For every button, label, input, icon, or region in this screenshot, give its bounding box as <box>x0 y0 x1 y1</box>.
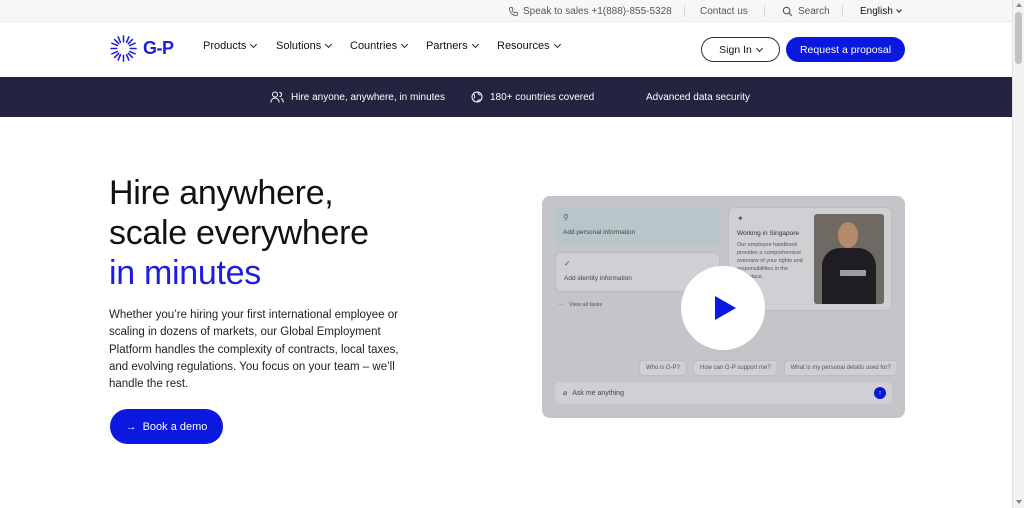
hero-title: Hire anywhere, scale everywhere in minut… <box>109 173 369 293</box>
request-proposal-button[interactable]: Request a proposal <box>786 37 905 62</box>
send-icon: ↑ <box>874 387 886 399</box>
band-label: Advanced data security <box>646 91 750 103</box>
suggestion-chip: How can G‑P support me? <box>693 360 778 376</box>
main-nav: G‑P Products Solutions Countries Partner… <box>0 22 1012 77</box>
task-label: Add identity information <box>564 275 632 282</box>
nav-solutions[interactable]: Solutions <box>276 40 333 52</box>
people-icon <box>270 91 284 103</box>
band-item-security: Advanced data security <box>646 77 750 117</box>
nav-label: Partners <box>426 40 468 52</box>
hero-title-line: scale everywhere <box>109 214 369 252</box>
chevron-down-icon <box>401 40 409 49</box>
nav-label: Countries <box>350 40 398 52</box>
chevron-down-icon <box>325 40 333 49</box>
sign-in-button[interactable]: Sign In <box>701 37 780 62</box>
request-proposal-label: Request a proposal <box>799 43 892 56</box>
book-demo-button[interactable]: → Book a demo <box>110 409 223 444</box>
divider <box>764 5 765 17</box>
scroll-down-icon[interactable] <box>1016 500 1022 504</box>
utility-bar: Speak to sales +1(888)-855-5328 Contact … <box>0 0 1012 22</box>
page-scrollbar[interactable] <box>1012 0 1024 508</box>
task-label: Add personal information <box>563 229 636 236</box>
nav-label: Products <box>203 40 247 52</box>
view-all-tasks-label: View all tasks <box>569 302 603 308</box>
gp-logo-icon <box>110 35 137 62</box>
photo-body <box>822 248 876 304</box>
photo-tablet <box>840 270 866 276</box>
suggestion-chips: Who is G‑P? How can G‑P support me? What… <box>639 360 898 376</box>
globe-icon <box>471 91 483 103</box>
hero-title-accent: in minutes <box>109 254 261 292</box>
divider <box>842 5 843 17</box>
search-button[interactable]: Search <box>782 0 830 22</box>
suggestion-chip: What is my personal details used for? <box>783 360 898 376</box>
feature-band: Hire anyone, anywhere, in minutes 180+ c… <box>0 77 1012 117</box>
sign-in-label: Sign In <box>719 43 752 56</box>
search-text: Search <box>798 5 830 17</box>
play-button[interactable] <box>681 266 765 350</box>
nav-label: Solutions <box>276 40 322 52</box>
chevron-down-icon <box>755 44 763 52</box>
band-label: Hire anyone, anywhere, in minutes <box>291 91 445 103</box>
logo[interactable]: G‑P <box>109 34 174 63</box>
chevron-down-icon <box>895 6 902 13</box>
paperclip-icon: ⌀ <box>563 390 568 397</box>
book-demo-label: Book a demo <box>142 420 208 433</box>
nav-label: Resources <box>497 40 550 52</box>
view-all-tasks: ··· View all tasks <box>558 302 602 308</box>
task-card-personal: ⚲ Add personal information <box>555 207 720 246</box>
user-icon: ⚲ <box>563 213 569 222</box>
chevron-down-icon <box>471 40 479 49</box>
product-video[interactable]: ⚲ Add personal information ✓ Add identit… <box>542 196 905 418</box>
language-selector[interactable]: English <box>860 0 902 22</box>
chevron-down-icon <box>250 40 258 49</box>
play-icon <box>715 296 736 320</box>
arrow-right-icon: → <box>125 420 137 433</box>
contact-us-text: Contact us <box>700 5 748 17</box>
hero-title-line: Hire anywhere, <box>109 174 334 212</box>
suggestion-chip: Who is G‑P? <box>639 360 688 376</box>
ask-placeholder: Ask me anything <box>572 389 624 397</box>
nav-partners[interactable]: Partners <box>426 40 479 52</box>
nav-countries[interactable]: Countries <box>350 40 409 52</box>
nav-resources[interactable]: Resources <box>497 40 561 52</box>
check-icon: ✓ <box>564 259 571 268</box>
employee-photo <box>814 214 884 304</box>
logo-text: G‑P <box>143 38 174 58</box>
sales-phone-text: Speak to sales +1(888)-855-5328 <box>523 5 672 17</box>
language-text: English <box>860 5 893 17</box>
sales-phone-link[interactable]: Speak to sales +1(888)-855-5328 <box>508 0 672 22</box>
search-icon <box>782 6 793 16</box>
band-item-countries: 180+ countries covered <box>471 77 594 117</box>
band-item-hire: Hire anyone, anywhere, in minutes <box>270 77 445 117</box>
ellipsis-icon: ··· <box>558 302 564 308</box>
contact-us-link[interactable]: Contact us <box>700 0 748 22</box>
ask-bar: ⌀ Ask me anything ↑ <box>555 382 892 404</box>
divider <box>684 5 685 17</box>
nav-products[interactable]: Products <box>203 40 258 52</box>
chevron-down-icon <box>553 40 561 49</box>
hero-description: Whether you’re hiring your first interna… <box>109 309 399 391</box>
scroll-up-icon[interactable] <box>1016 3 1022 7</box>
phone-icon <box>508 6 519 16</box>
band-label: 180+ countries covered <box>490 91 595 103</box>
scroll-thumb[interactable] <box>1015 12 1022 64</box>
photo-head <box>838 222 858 248</box>
